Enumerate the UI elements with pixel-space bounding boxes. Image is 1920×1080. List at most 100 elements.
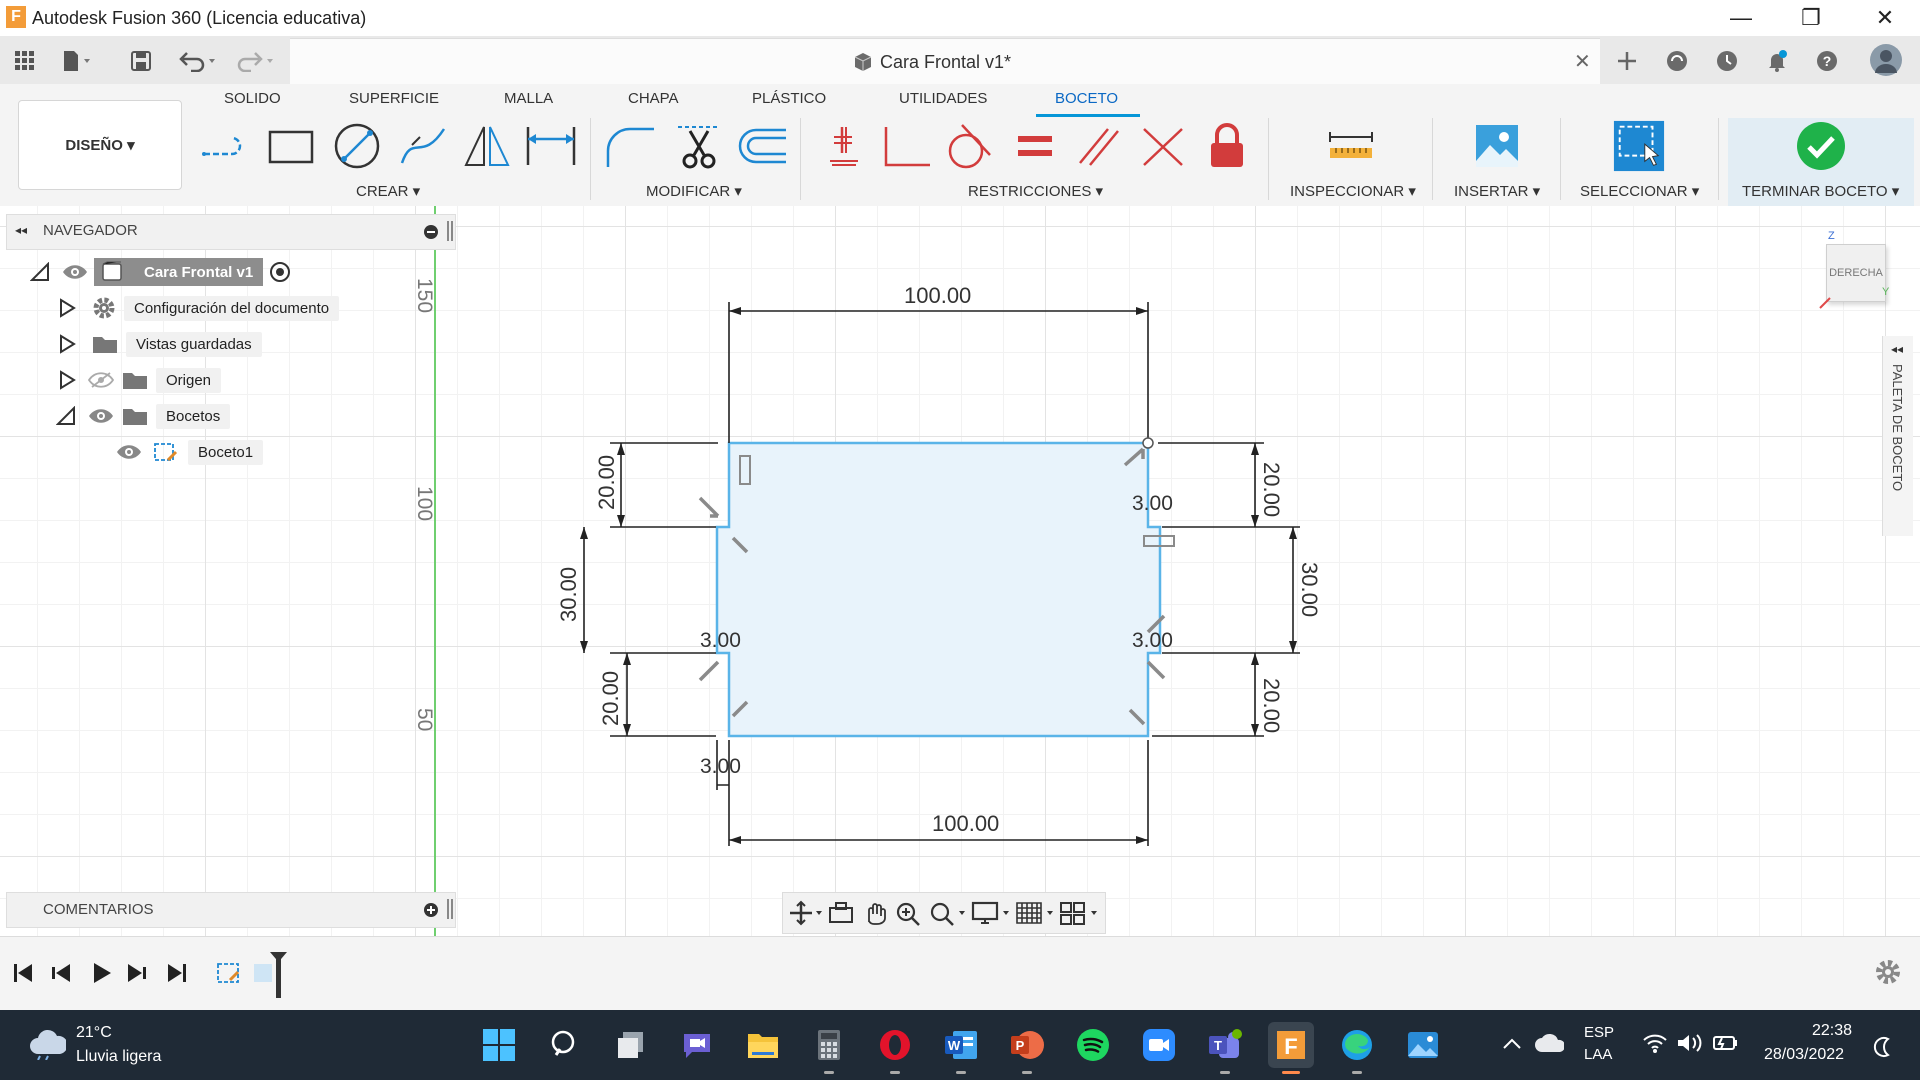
visibility-eye-icon[interactable] (88, 407, 114, 425)
dimension-bottom-width[interactable]: 100.00 (932, 811, 999, 837)
expand-triangle-icon[interactable] (58, 298, 76, 318)
timeline-play-icon[interactable] (94, 963, 111, 983)
spotify-icon[interactable] (1070, 1022, 1116, 1068)
navigator-header[interactable]: ◂◂ NAVEGADOR (6, 214, 456, 250)
add-comment-plus-icon[interactable] (423, 902, 439, 918)
battery-plug-icon[interactable] (1712, 1032, 1740, 1054)
expand-triangle-icon[interactable] (58, 334, 76, 354)
teams-icon[interactable]: T (1202, 1022, 1248, 1074)
tree-label: Vistas guardadas (126, 331, 262, 357)
start-windows-icon[interactable] (476, 1022, 522, 1068)
gear-icon (93, 297, 115, 319)
navigator-minus-icon[interactable] (423, 224, 439, 240)
collapse-navigator-icon[interactable]: ◂◂ (15, 223, 27, 237)
opera-browser-icon[interactable] (872, 1022, 918, 1074)
dimension-notch-bottom-right[interactable]: 3.00 (1132, 629, 1173, 653)
keyboard-layout[interactable]: LAA (1584, 1046, 1612, 1063)
svg-text:W: W (948, 1038, 961, 1053)
orbit-icon[interactable] (789, 900, 823, 926)
hidden-eye-icon[interactable] (88, 371, 114, 389)
weather-temperature[interactable]: 21°C (76, 1024, 112, 1042)
timeline-next-icon[interactable] (128, 964, 146, 982)
calculator-icon[interactable] (806, 1022, 852, 1074)
comments-drag-handle[interactable] (447, 899, 453, 919)
dimension-left-upper[interactable]: 20.00 (594, 455, 620, 510)
dimension-top-width[interactable]: 100.00 (904, 283, 971, 309)
activate-radio-icon[interactable] (269, 261, 291, 283)
dimension-notch-top-right[interactable]: 3.00 (1132, 492, 1173, 516)
timeline-sketch-feature-icon[interactable] (216, 952, 296, 998)
edge-browser-icon[interactable] (1334, 1022, 1380, 1074)
dimension-notch-bottom[interactable]: 3.00 (700, 755, 741, 779)
view-cube[interactable]: DERECHA (1826, 244, 1886, 302)
dimension-right-mid[interactable]: 30.00 (1296, 562, 1322, 617)
collapse-triangle-icon[interactable] (30, 262, 50, 282)
tree-row-document-settings[interactable]: Configuración del documento (58, 291, 340, 325)
visibility-eye-icon[interactable] (62, 263, 88, 281)
timeline-settings-gear-icon[interactable] (1874, 958, 1902, 986)
timeline-first-icon[interactable] (14, 964, 32, 982)
zoom-icon[interactable] (895, 900, 925, 926)
show-hidden-icons-chevron-icon[interactable] (1500, 1034, 1524, 1054)
comments-panel[interactable]: COMENTARIOS (6, 892, 456, 928)
tree-label: Origen (156, 367, 222, 393)
view-cube-z-label: Z (1828, 230, 1835, 242)
photos-icon[interactable] (1400, 1022, 1446, 1068)
dimension-right-upper[interactable]: 20.00 (1258, 462, 1284, 517)
sketch-palette-panel[interactable]: ◂◂ PALETA DE BOCETO (1882, 336, 1913, 536)
expand-palette-icon[interactable]: ◂◂ (1891, 342, 1903, 356)
timeline-controls (14, 963, 186, 983)
fit-zoom-icon[interactable] (929, 900, 967, 926)
file-explorer-icon[interactable] (740, 1022, 786, 1068)
collapse-triangle-icon[interactable] (56, 406, 76, 426)
onedrive-cloud-icon[interactable] (1534, 1032, 1564, 1054)
zoom-app-icon[interactable] (1136, 1022, 1182, 1068)
folder-icon (93, 337, 117, 353)
fusion360-taskbar-icon[interactable]: F (1268, 1022, 1314, 1074)
word-icon[interactable]: W (938, 1022, 984, 1074)
tree-row-saved-views[interactable]: Vistas guardadas (58, 327, 262, 361)
timeline-last-icon[interactable] (168, 964, 186, 982)
tree-row-origin[interactable]: Origen (58, 363, 222, 397)
task-view-icon[interactable] (608, 1022, 654, 1068)
viewports-icon[interactable] (1059, 900, 1099, 926)
keyboard-language[interactable]: ESP (1584, 1024, 1614, 1041)
grid-settings-icon[interactable] (1015, 900, 1055, 926)
dimension-left-lower[interactable]: 20.00 (598, 671, 624, 726)
weather-cloud-icon[interactable] (28, 1028, 66, 1060)
svg-text:T: T (1214, 1038, 1222, 1053)
root-component-label: Cara Frontal v1 (144, 263, 254, 281)
folder-icon (123, 373, 147, 389)
dimension-notch-bottom-left[interactable]: 3.00 (700, 629, 741, 653)
dimension-left-mid[interactable]: 30.00 (556, 567, 582, 622)
dimension-right-lower[interactable]: 20.00 (1258, 678, 1284, 733)
tree-root-row[interactable]: Cara Frontal v1 (30, 255, 291, 289)
tree-row-sketch1[interactable]: Boceto1 (116, 435, 264, 469)
navigation-bar (782, 892, 1106, 934)
volume-speaker-icon[interactable] (1676, 1032, 1704, 1054)
wifi-icon[interactable] (1642, 1032, 1668, 1054)
tree-row-sketches[interactable]: Bocetos (56, 399, 231, 433)
navigator-drag-handle[interactable] (447, 221, 453, 241)
weather-description[interactable]: Lluvia ligera (76, 1048, 161, 1066)
sketch-profile[interactable] (715, 441, 1162, 738)
pan-hand-icon[interactable] (861, 900, 891, 926)
look-at-icon[interactable] (827, 900, 857, 926)
svg-text:F: F (1284, 1034, 1297, 1059)
folder-icon (123, 409, 147, 425)
view-cube-y-label: Y (1882, 286, 1890, 298)
component-box-icon (102, 261, 122, 281)
chat-icon[interactable] (674, 1022, 720, 1068)
tree-label: Configuración del documento (124, 295, 340, 321)
sketch-palette-label: PALETA DE BOCETO (1890, 364, 1905, 492)
timeline-previous-icon[interactable] (52, 964, 70, 982)
notification-center-moon-icon[interactable] (1872, 1036, 1894, 1058)
search-icon[interactable] (542, 1022, 588, 1068)
visibility-eye-icon[interactable] (116, 443, 142, 461)
clock-time[interactable]: 22:38 (1812, 1022, 1852, 1040)
expand-triangle-icon[interactable] (58, 370, 76, 390)
display-settings-icon[interactable] (971, 900, 1011, 926)
root-component-chip[interactable]: Cara Frontal v1 (94, 258, 264, 286)
clock-date[interactable]: 28/03/2022 (1764, 1046, 1844, 1064)
powerpoint-icon[interactable]: P (1004, 1022, 1050, 1074)
